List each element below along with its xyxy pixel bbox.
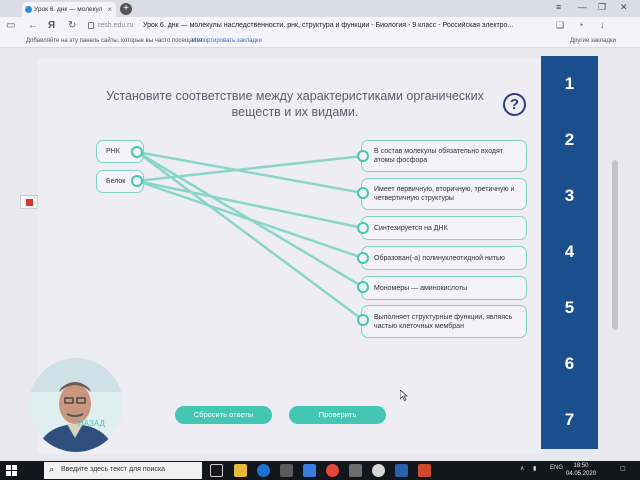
- bookmarks-bar: Добавляйте на эту панель сайты, которые …: [0, 36, 640, 48]
- step-navigation: 1 2 3 4 5 6 7: [541, 56, 598, 449]
- help-icon[interactable]: ?: [503, 93, 526, 116]
- step-4[interactable]: 4: [541, 242, 598, 262]
- bookmarks-hint: Добавляйте на эту панель сайты, которые …: [26, 38, 204, 44]
- tab-bar: Урок 6. днк — молекул × + ≡ — ❐ ✕: [0, 0, 640, 17]
- word-icon[interactable]: [395, 464, 408, 477]
- step-5[interactable]: 5: [541, 298, 598, 318]
- chrome-icon[interactable]: [326, 464, 339, 477]
- windows-start-icon[interactable]: [6, 465, 17, 476]
- task-view-icon[interactable]: [210, 464, 223, 477]
- reset-answers-button[interactable]: Сбросить ответы: [175, 406, 272, 424]
- right-item-polynucleotide[interactable]: Образован(-а) полинуклеотидной нитью: [361, 246, 527, 270]
- step-3[interactable]: 3: [541, 186, 598, 206]
- step-6[interactable]: 6: [541, 354, 598, 374]
- lock-icon: [88, 22, 94, 29]
- file-explorer-icon[interactable]: [234, 464, 247, 477]
- task-question: Установите соответствие между характерис…: [106, 89, 484, 119]
- tray-arrow-icon[interactable]: ∧: [520, 465, 524, 472]
- right-item-synthesized-on-dna[interactable]: Синтезируется на ДНК: [361, 216, 527, 240]
- import-bookmarks-link[interactable]: Импортировать закладки: [192, 38, 262, 44]
- back-link[interactable]: НАЗАД: [78, 419, 105, 428]
- right-item-label: Синтезируется на ДНК: [374, 224, 448, 232]
- record-button[interactable]: [20, 195, 38, 209]
- right-item-label: Мономеры — аминокислоты: [374, 284, 468, 292]
- input-language[interactable]: ENG: [550, 465, 563, 471]
- check-button[interactable]: Проверить: [289, 406, 386, 424]
- maximize-icon[interactable]: ❐: [598, 2, 606, 13]
- protect-icon[interactable]: ◔: [578, 20, 583, 30]
- right-item-structures[interactable]: Имеет первичную, вторичную, третичную и …: [361, 178, 527, 210]
- taskbar-search-placeholder: Введите здесь текст для поиска: [61, 466, 166, 473]
- tabs-list-icon[interactable]: ▭: [6, 20, 15, 31]
- step-7[interactable]: 7: [541, 410, 598, 430]
- url-page-title[interactable]: Урок 6. днк — молекулы наследственности.…: [143, 22, 538, 29]
- download-icon[interactable]: ↓: [600, 20, 605, 30]
- back-icon[interactable]: ←: [28, 20, 38, 31]
- left-item-label: Белок: [106, 178, 126, 185]
- other-bookmarks[interactable]: Другие закладки: [570, 38, 616, 44]
- mail-icon[interactable]: [303, 464, 316, 477]
- bookmarks-icon[interactable]: ≡: [556, 2, 561, 12]
- record-icon: [26, 199, 33, 206]
- right-item-structural-function[interactable]: Выполняет структурные функции, являясь ч…: [361, 305, 527, 338]
- right-item-label: Имеет первичную, вторичную, третичную и …: [374, 186, 515, 202]
- right-item-label: Образован(-а) полинуклеотидной нитью: [374, 254, 505, 262]
- search-icon: ⌕: [49, 464, 55, 474]
- powerpoint-icon[interactable]: [418, 464, 431, 477]
- notifications-icon[interactable]: ▢: [620, 465, 626, 472]
- close-tab-icon[interactable]: ×: [107, 5, 112, 14]
- address-bar: ▭ ← Я ↻ resh.edu.ru Урок 6. днк — молеку…: [0, 17, 640, 36]
- site-favicon-icon: [25, 6, 32, 13]
- mouse-cursor-icon: [400, 390, 408, 401]
- system-clock[interactable]: 18:50 04.05.2020: [566, 462, 596, 478]
- reload-icon[interactable]: ↻: [68, 20, 76, 31]
- left-item-protein[interactable]: Белок: [96, 170, 144, 193]
- step-2[interactable]: 2: [541, 130, 598, 150]
- clock-date: 04.05.2020: [566, 471, 597, 477]
- taskbar-search-box[interactable]: ⌕ Введите здесь текст для поиска: [44, 462, 202, 479]
- tab-title: Урок 6. днк — молекул: [34, 6, 103, 13]
- bookmark-icon[interactable]: ❏: [556, 20, 564, 31]
- right-item-label: Выполняет структурные функции, являясь ч…: [374, 313, 513, 330]
- right-item-phosphorus[interactable]: В состав молекулы обязательно входят ато…: [361, 140, 527, 172]
- settings-icon[interactable]: [280, 464, 293, 477]
- presenter-video: [29, 358, 123, 452]
- webcam-overlay: [29, 358, 123, 452]
- left-item-label: РНК: [106, 148, 120, 155]
- step-1[interactable]: 1: [541, 74, 598, 94]
- yandex-icon[interactable]: Я: [48, 20, 55, 31]
- close-window-icon[interactable]: ✕: [620, 2, 628, 13]
- network-icon[interactable]: ▮: [533, 465, 536, 472]
- minimize-icon[interactable]: —: [578, 2, 587, 12]
- edge-icon[interactable]: [257, 464, 270, 477]
- left-item-rna[interactable]: РНК: [96, 140, 144, 163]
- app-icon[interactable]: [349, 464, 362, 477]
- taskbar: ⌕ Введите здесь текст для поиска ∧ ▮ ENG…: [0, 461, 640, 480]
- url-domain[interactable]: resh.edu.ru: [98, 22, 133, 29]
- yandex-browser-icon[interactable]: [372, 464, 385, 477]
- new-tab-button[interactable]: +: [120, 3, 132, 15]
- right-item-amino-acids[interactable]: Мономеры — аминокислоты: [361, 276, 527, 300]
- scrollbar[interactable]: [612, 160, 618, 330]
- clock-time: 18:50: [573, 463, 589, 469]
- browser-tab[interactable]: Урок 6. днк — молекул ×: [22, 2, 116, 17]
- right-item-label: В состав молекулы обязательно входят ато…: [374, 148, 504, 164]
